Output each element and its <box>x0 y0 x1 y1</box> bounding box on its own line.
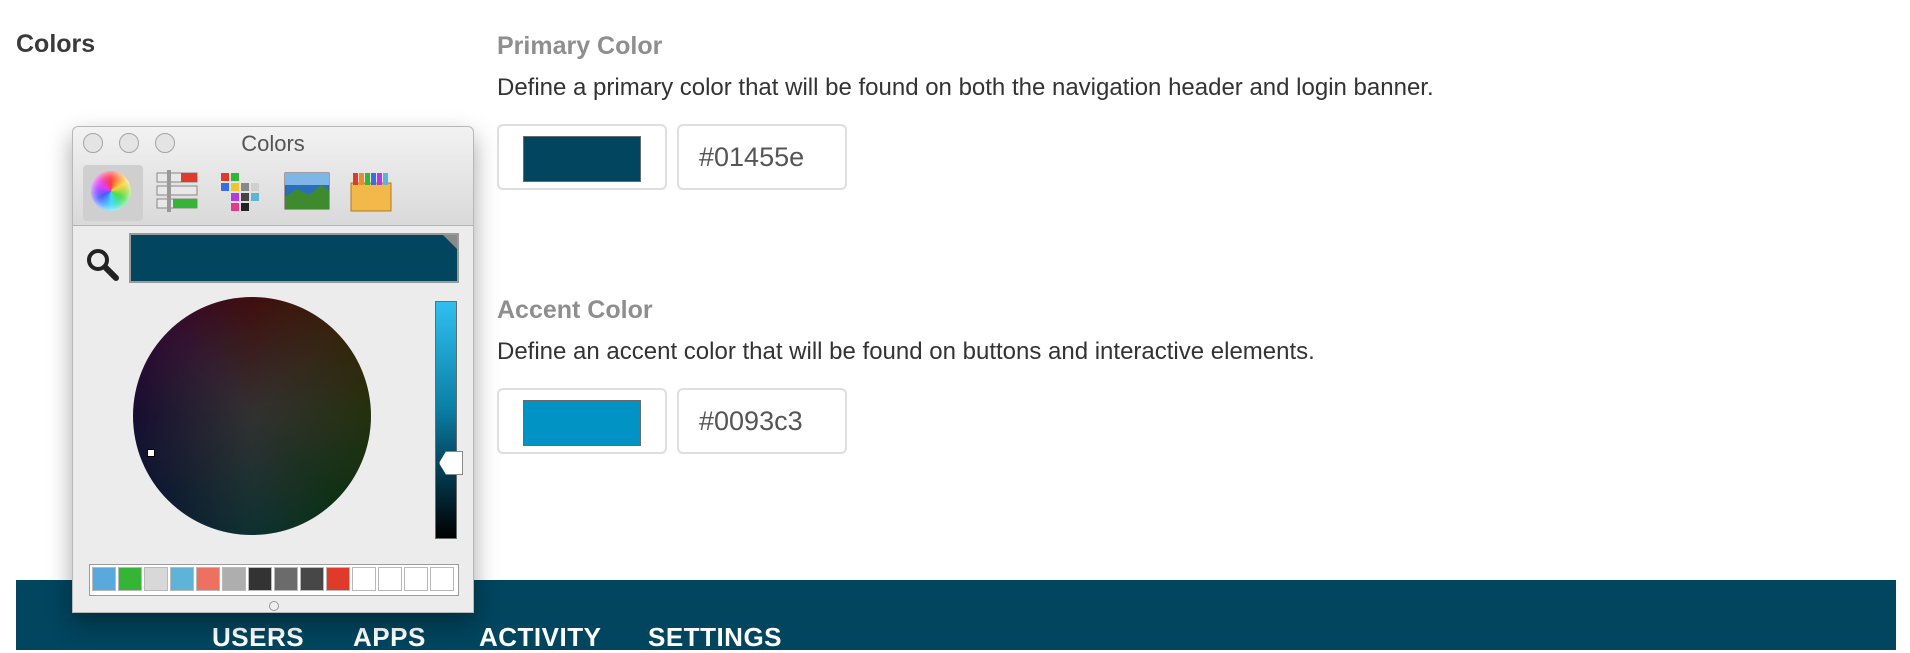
primary-color-swatch-fill <box>523 136 641 182</box>
brightness-slider[interactable] <box>435 301 457 539</box>
color-wheel[interactable] <box>133 297 371 535</box>
swatch-tray <box>89 564 459 596</box>
nav-item-users[interactable]: USERS <box>212 622 304 653</box>
nav-item-settings[interactable]: SETTINGS <box>648 622 782 653</box>
nav-item-activity[interactable]: ACTIVITY <box>479 622 601 653</box>
swatch-1[interactable] <box>118 567 142 591</box>
section-label: Colors <box>16 30 96 58</box>
image-palettes-icon[interactable] <box>283 167 331 215</box>
accent-color-swatch[interactable] <box>497 388 667 454</box>
primary-color-swatch[interactable] <box>497 124 667 190</box>
magnifier-icon[interactable] <box>85 247 119 281</box>
swatch-8[interactable] <box>300 567 324 591</box>
primary-color-title: Primary Color <box>497 32 663 60</box>
swatch-9[interactable] <box>326 567 350 591</box>
swatch-6[interactable] <box>248 567 272 591</box>
swatch-4[interactable] <box>196 567 220 591</box>
swatch-11[interactable] <box>378 567 402 591</box>
swatch-13[interactable] <box>430 567 454 591</box>
color-well-corner <box>443 235 457 249</box>
current-color-well[interactable] <box>129 233 459 283</box>
color-picker-panel: Colors <box>72 126 474 613</box>
sliders-icon[interactable] <box>153 167 201 215</box>
accent-color-title: Accent Color <box>497 296 653 324</box>
color-wheel-icon <box>91 171 131 211</box>
palettes-icon[interactable] <box>217 167 265 215</box>
primary-color-description: Define a primary color that will be foun… <box>497 74 1434 101</box>
picker-titlebar[interactable]: Colors <box>73 127 473 226</box>
accent-color-hex-input[interactable]: #0093c3 <box>677 388 847 454</box>
crayons-icon[interactable] <box>347 167 395 215</box>
swatch-5[interactable] <box>222 567 246 591</box>
swatch-3[interactable] <box>170 567 194 591</box>
primary-color-hex-input[interactable]: #01455e <box>677 124 847 190</box>
swatch-0[interactable] <box>92 567 116 591</box>
tray-resize-handle[interactable] <box>269 601 279 611</box>
color-wheel-cursor[interactable] <box>147 449 155 457</box>
swatch-2[interactable] <box>144 567 168 591</box>
picker-title: Colors <box>241 131 305 156</box>
swatch-12[interactable] <box>404 567 428 591</box>
accent-color-description: Define an accent color that will be foun… <box>497 338 1315 365</box>
accent-color-swatch-fill <box>523 400 641 446</box>
nav-item-apps[interactable]: APPS <box>353 622 426 653</box>
swatch-10[interactable] <box>352 567 376 591</box>
swatch-7[interactable] <box>274 567 298 591</box>
